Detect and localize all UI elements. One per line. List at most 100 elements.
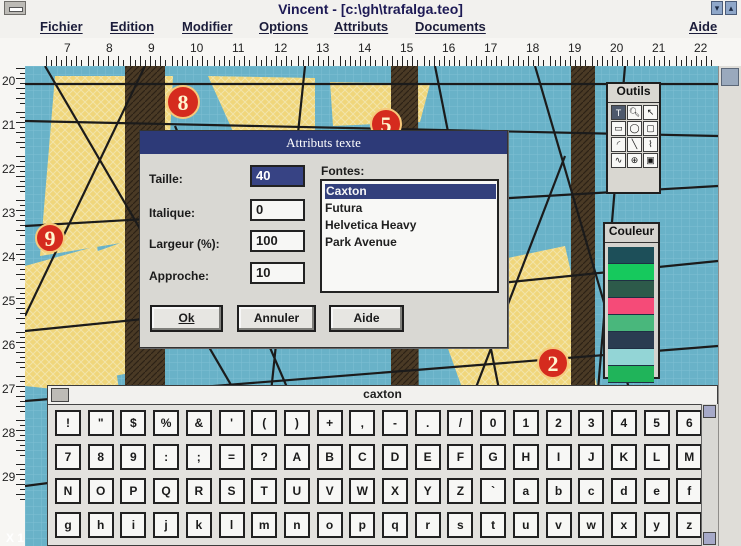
- minimize-icon[interactable]: ▾: [711, 1, 723, 15]
- palette-scrollbar[interactable]: [701, 404, 718, 546]
- character-cell[interactable]: A: [283, 444, 310, 470]
- character-cell[interactable]: N: [55, 478, 81, 504]
- character-cell[interactable]: .: [414, 410, 441, 436]
- character-cell[interactable]: q: [382, 512, 408, 538]
- character-cell[interactable]: w: [578, 512, 605, 538]
- character-cell[interactable]: %: [153, 410, 180, 436]
- character-cell[interactable]: =: [218, 444, 245, 470]
- character-cell[interactable]: 1: [512, 410, 539, 436]
- character-cell[interactable]: V: [316, 478, 343, 504]
- character-cell[interactable]: d: [610, 478, 637, 504]
- polygon-icon[interactable]: ⌇: [643, 137, 658, 152]
- character-cell[interactable]: $: [120, 410, 147, 436]
- menu-fichier[interactable]: Fichier: [40, 19, 83, 34]
- character-cell[interactable]: R: [185, 478, 212, 504]
- character-cell[interactable]: m: [251, 512, 278, 538]
- character-cell[interactable]: p: [349, 512, 376, 538]
- character-cell[interactable]: 4: [610, 410, 637, 436]
- character-cell[interactable]: (: [251, 410, 278, 436]
- help-button[interactable]: Aide: [329, 305, 404, 332]
- character-cell[interactable]: e: [643, 478, 670, 504]
- character-cell[interactable]: r: [414, 512, 441, 538]
- vertical-scrollbar[interactable]: [718, 66, 741, 546]
- character-cell[interactable]: C: [349, 444, 376, 470]
- character-cell[interactable]: &: [185, 410, 212, 436]
- character-cell[interactable]: Y: [414, 478, 441, 504]
- character-cell[interactable]: y: [643, 512, 670, 538]
- character-cell[interactable]: O: [87, 478, 114, 504]
- character-cell[interactable]: 0: [480, 410, 507, 436]
- character-cell[interactable]: z: [676, 512, 703, 538]
- rectangle-icon[interactable]: ▭: [611, 121, 626, 136]
- character-cell[interactable]: l: [218, 512, 245, 538]
- pointer-icon[interactable]: T: [611, 105, 626, 120]
- character-cell[interactable]: `: [480, 478, 507, 504]
- color-swatch[interactable]: [608, 247, 654, 264]
- largeur-field[interactable]: 100: [250, 230, 305, 252]
- ellipse-icon[interactable]: ◯: [627, 121, 642, 136]
- arrow-icon[interactable]: ↖: [643, 105, 658, 120]
- character-cell[interactable]: ': [218, 410, 245, 436]
- character-cell[interactable]: x: [610, 512, 637, 538]
- character-cell[interactable]: +: [316, 410, 343, 436]
- scroll-up-icon[interactable]: [703, 405, 716, 418]
- character-cell[interactable]: 8: [87, 444, 114, 470]
- character-cell[interactable]: T: [251, 478, 278, 504]
- character-cell[interactable]: v: [545, 512, 572, 538]
- character-cell[interactable]: b: [545, 478, 572, 504]
- character-cell[interactable]: a: [512, 478, 539, 504]
- character-cell[interactable]: j: [153, 512, 180, 538]
- font-item-caxton[interactable]: Caxton: [325, 184, 496, 199]
- character-cell[interactable]: n: [283, 512, 310, 538]
- curve-icon[interactable]: ◜: [611, 137, 626, 152]
- italique-field[interactable]: 0: [250, 199, 305, 221]
- character-cell[interactable]: /: [447, 410, 474, 436]
- taille-field[interactable]: 40: [250, 165, 305, 187]
- maximize-icon[interactable]: ▴: [725, 1, 737, 15]
- menu-options[interactable]: Options: [259, 19, 308, 34]
- character-cell[interactable]: L: [643, 444, 670, 470]
- character-cell[interactable]: :: [153, 444, 180, 470]
- character-cell[interactable]: 6: [676, 410, 703, 436]
- character-cell[interactable]: M: [676, 444, 703, 470]
- scrollbar-thumb[interactable]: [721, 68, 739, 86]
- character-cell[interactable]: s: [447, 512, 474, 538]
- font-item-park-avenue[interactable]: Park Avenue: [325, 235, 495, 250]
- color-swatch[interactable]: [608, 315, 654, 332]
- menu-attributs[interactable]: Attributs: [334, 19, 388, 34]
- character-cell[interactable]: D: [382, 444, 408, 470]
- rounded-rect-icon[interactable]: ▢: [643, 121, 658, 136]
- character-cell[interactable]: i: [120, 512, 147, 538]
- character-cell[interactable]: G: [480, 444, 507, 470]
- character-cell[interactable]: X: [382, 478, 408, 504]
- color-swatch[interactable]: [608, 332, 654, 349]
- color-swatch[interactable]: [608, 264, 654, 281]
- character-cell[interactable]: k: [185, 512, 212, 538]
- color-swatch[interactable]: [608, 349, 654, 366]
- character-cell[interactable]: J: [578, 444, 605, 470]
- bezier-icon[interactable]: ∿: [611, 153, 626, 168]
- scroll-down-icon[interactable]: [703, 532, 716, 545]
- character-cell[interactable]: 7: [55, 444, 81, 470]
- character-cell[interactable]: ": [87, 410, 114, 436]
- character-cell[interactable]: U: [283, 478, 310, 504]
- character-cell[interactable]: !: [55, 410, 81, 436]
- character-cell[interactable]: g: [55, 512, 81, 538]
- color-swatch[interactable]: [608, 366, 654, 383]
- character-cell[interactable]: B: [316, 444, 343, 470]
- character-cell[interactable]: H: [512, 444, 539, 470]
- character-cell[interactable]: 3: [578, 410, 605, 436]
- character-cell[interactable]: I: [545, 444, 572, 470]
- character-cell[interactable]: h: [87, 512, 114, 538]
- menu-aide[interactable]: Aide: [689, 19, 717, 34]
- menu-documents[interactable]: Documents: [415, 19, 486, 34]
- character-cell[interactable]: 5: [643, 410, 670, 436]
- character-cell[interactable]: -: [382, 410, 408, 436]
- character-cell[interactable]: W: [349, 478, 376, 504]
- character-cell[interactable]: ;: [185, 444, 212, 470]
- color-swatch[interactable]: [608, 298, 654, 315]
- cancel-button[interactable]: Annuler: [237, 305, 316, 332]
- line-icon[interactable]: ╲: [627, 137, 642, 152]
- menu-modifier[interactable]: Modifier: [182, 19, 233, 34]
- character-cell[interactable]: 2: [545, 410, 572, 436]
